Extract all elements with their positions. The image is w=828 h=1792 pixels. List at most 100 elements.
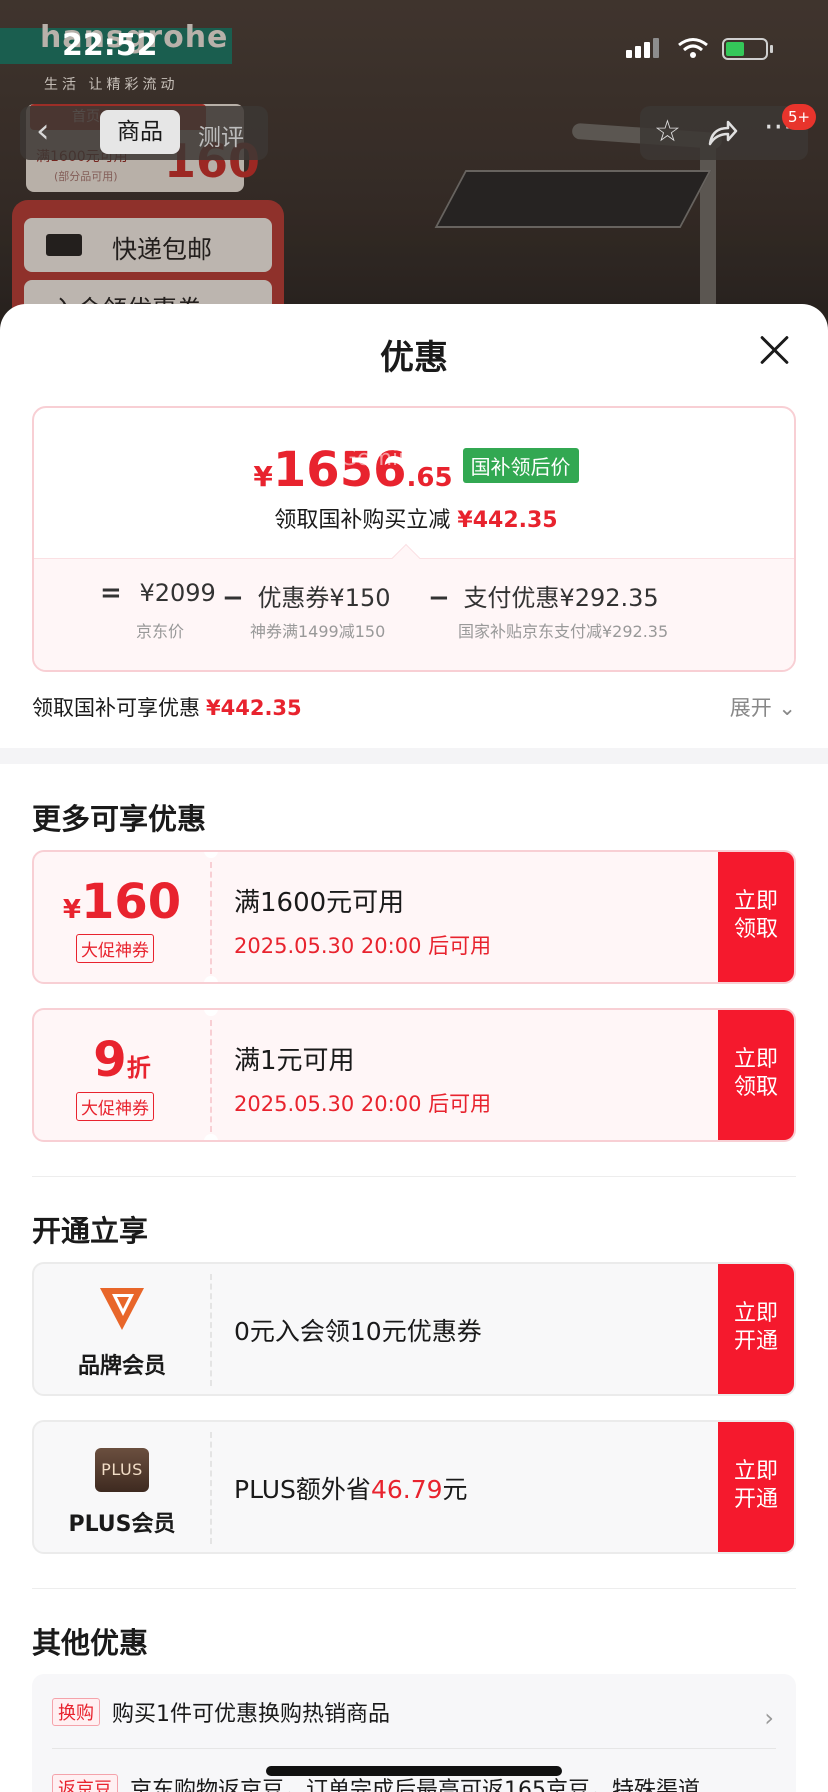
coupon-unit: 折 — [126, 1054, 151, 1082]
claim-coupon-button[interactable]: 立即 领取 — [718, 852, 794, 982]
coupon-value: 优惠券¥150 — [257, 584, 391, 612]
signal-icon — [644, 42, 650, 58]
coupon-card: ¥160 大促神券 满1600元可用 2025.05.30 20:00 后可用 … — [32, 850, 796, 984]
open-membership-button[interactable]: 立即 开通 — [718, 1264, 794, 1394]
coupon-currency: ¥ — [62, 895, 81, 925]
list-item[interactable]: 换购 购买1件可优惠换购热销商品 — [52, 1696, 390, 1728]
coupon-notch — [204, 852, 218, 858]
coupon-divider — [210, 1020, 212, 1132]
member-name: PLUS会员 — [68, 1512, 176, 1537]
equals-op: = — [100, 578, 122, 608]
wifi-icon — [678, 38, 708, 58]
battery-cap — [770, 45, 773, 53]
tab-product[interactable]: 商品 — [100, 110, 180, 154]
member-logo-area: 品牌会员 — [34, 1264, 210, 1394]
section-divider — [32, 1176, 796, 1177]
coupon-condition: 满1元可用 — [234, 1046, 355, 1076]
calc-coupon: − 优惠券¥150 — [222, 578, 391, 613]
open-membership-button[interactable]: 立即 开通 — [718, 1422, 794, 1552]
price-subtitle-text: 领取国补购买立减 — [274, 508, 451, 533]
expand-label: 展开 — [729, 696, 772, 720]
member-card: PLUS PLUS会员 PLUS额外省46.79元 立即 开通 — [32, 1420, 796, 1554]
member-logo-area: PLUS PLUS会员 — [34, 1422, 210, 1552]
currency-symbol: ¥ — [253, 460, 273, 493]
open-button-line2: 开通 — [733, 1487, 778, 1512]
coupon-valid-time: 2025.05.30 20:00 后可用 — [234, 934, 492, 958]
watermark: Gemine — [340, 446, 426, 471]
minus-op: − — [222, 583, 244, 613]
signal-icon — [626, 50, 632, 58]
other-tag: 换购 — [52, 1698, 100, 1726]
coupon-notch — [204, 1010, 218, 1016]
coupon-desc: 神券满1499减150 — [250, 622, 386, 641]
coupon-notch — [204, 1134, 218, 1140]
coupon-card: 9折 大促神券 满1元可用 2025.05.30 20:00 后可用 立即 领取 — [32, 1008, 796, 1142]
subsidy-label: 领取国补可享优惠 — [32, 696, 200, 720]
claim-button-line2: 领取 — [733, 917, 778, 942]
member-divider — [210, 1432, 212, 1544]
coupon-amount: 9折 — [34, 1032, 210, 1088]
other-text: 京东购物返京豆，订单完成后最高可返165京豆，特殊渠道 — [130, 1778, 700, 1792]
message-badge: 5+ — [782, 104, 817, 130]
coupon-tag: 大促神券 — [76, 934, 154, 963]
coupon-value: 9 — [93, 1032, 127, 1088]
coupon-amount-area: 9折 大促神券 — [34, 1010, 210, 1140]
coupon-notch — [204, 976, 218, 982]
member-card: 品牌会员 0元入会领10元优惠券 立即 开通 — [32, 1262, 796, 1396]
coupon-valid-time: 2025.05.30 20:00 后可用 — [234, 1092, 492, 1116]
signal-icon — [635, 46, 641, 58]
coupon-tag: 大促神券 — [76, 1092, 154, 1121]
signal-icon — [653, 38, 659, 58]
claim-coupon-button[interactable]: 立即 领取 — [718, 1010, 794, 1140]
other-text: 购买1件可优惠换购热销商品 — [112, 1702, 390, 1727]
more-coupons-title: 更多可享优惠 — [32, 802, 207, 836]
payment-value: 支付优惠¥292.35 — [463, 584, 659, 612]
coupon-value: 160 — [80, 874, 182, 930]
claim-button-line1: 立即 — [733, 889, 778, 914]
expand-button[interactable]: 展开 ⌄ — [730, 692, 796, 722]
battery-icon — [722, 38, 768, 60]
coupon-divider — [210, 862, 212, 974]
chevron-right-icon[interactable]: › — [764, 1704, 774, 1732]
price-breakdown-area — [34, 558, 794, 670]
payment-desc: 国家补贴京东支付减¥292.35 — [458, 622, 669, 641]
claim-button-line1: 立即 — [733, 1047, 778, 1072]
price-subtitle: 领取国补购买立减 ¥442.35 — [34, 502, 794, 534]
calc-jd-price: = ¥2099 — [100, 578, 216, 608]
jd-price-value: ¥2099 — [139, 579, 216, 607]
plus-benefit-amount: 46.79 — [370, 1475, 443, 1504]
open-button-line2: 开通 — [733, 1329, 778, 1354]
sheet-title: 优惠 — [380, 338, 448, 378]
share-icon[interactable] — [706, 118, 738, 148]
minus-op: − — [428, 583, 450, 613]
brand-v-logo-icon — [100, 1288, 144, 1330]
subsidy-discount-row[interactable]: 领取国补可享优惠 ¥442.35 展开 ⌄ — [32, 692, 796, 728]
tab-review[interactable]: 测评 — [198, 118, 244, 152]
plus-benefit-prefix: PLUS额外省 — [234, 1475, 371, 1504]
open-button-line1: 立即 — [733, 1459, 778, 1484]
subsidy-amount: ¥442.35 — [206, 696, 302, 720]
star-icon[interactable]: ☆ — [654, 114, 681, 150]
member-benefit: 0元入会领10元优惠券 — [234, 1317, 482, 1346]
plus-logo-icon: PLUS — [95, 1448, 149, 1492]
list-separator — [52, 1748, 776, 1749]
jd-price-desc: 京东价 — [136, 622, 185, 641]
price-subtitle-amount: ¥442.35 — [457, 508, 558, 533]
status-time: 22:52 — [62, 28, 158, 63]
chevron-down-icon: ⌄ — [778, 696, 796, 720]
back-icon[interactable]: ‹ — [36, 114, 50, 148]
membership-title: 开通立享 — [32, 1214, 149, 1248]
section-divider — [32, 1588, 796, 1589]
member-divider — [210, 1274, 212, 1386]
discount-sheet: 优惠 ¥1656.65 国补领后价 领取国补购买立减 ¥442.35 = ¥209… — [0, 304, 828, 1792]
home-indicator[interactable] — [266, 1766, 562, 1776]
member-benefit: PLUS额外省46.79元 — [234, 1470, 468, 1506]
price-tag: 国补领后价 — [462, 448, 579, 483]
status-icons — [626, 34, 776, 60]
coupon-amount-area: ¥160 大促神券 — [34, 852, 210, 982]
coupon-amount: ¥160 — [34, 874, 210, 930]
member-name: 品牌会员 — [77, 1354, 166, 1379]
close-icon[interactable] — [758, 334, 790, 366]
other-tag: 返京豆 — [52, 1774, 118, 1792]
other-discounts-title: 其他优惠 — [32, 1626, 149, 1660]
